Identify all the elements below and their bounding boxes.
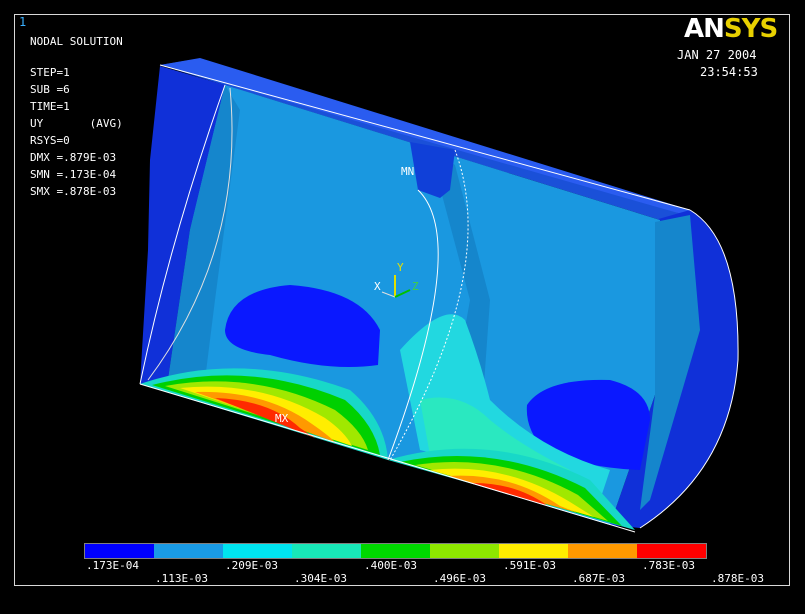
info-line: RSYS=0 xyxy=(30,134,70,147)
info-line: DMX =.879E-03 xyxy=(30,151,117,164)
max-marker: MX xyxy=(275,412,289,425)
legend-label: .783E-03 xyxy=(642,559,695,572)
info-line: SMN =.173E-04 xyxy=(30,168,117,181)
legend-swatch xyxy=(292,544,361,558)
legend-label: .496E-03 xyxy=(433,572,486,585)
legend-label: .173E-04 xyxy=(86,559,139,572)
legend-swatch xyxy=(154,544,223,558)
legend-swatch xyxy=(499,544,568,558)
info-line: SMX =.878E-03 xyxy=(30,185,117,198)
info-line: SUB =6 xyxy=(30,83,70,96)
contour-legend-bar xyxy=(84,543,707,559)
legend-label: .113E-03 xyxy=(155,572,208,585)
info-line: UY (AVG) xyxy=(30,117,123,130)
legend-swatch xyxy=(361,544,430,558)
legend-label: .687E-03 xyxy=(572,572,625,585)
legend-swatch xyxy=(637,544,706,558)
triad-y-label: Y xyxy=(397,261,404,274)
info-line: STEP=1 xyxy=(30,66,70,79)
triad-x-label: X xyxy=(374,280,381,293)
legend-label: .209E-03 xyxy=(225,559,278,572)
triad-z-label: Z xyxy=(412,280,419,293)
legend-swatch xyxy=(85,544,154,558)
legend-label: .400E-03 xyxy=(364,559,417,572)
info-line: TIME=1 xyxy=(30,100,70,113)
legend-swatch xyxy=(430,544,499,558)
legend-label: .591E-03 xyxy=(503,559,556,572)
legend-label: .878E-03 xyxy=(711,572,764,585)
contour-model-plot[interactable]: MN MX Y X Z xyxy=(0,0,805,614)
legend-swatch xyxy=(568,544,637,558)
min-marker: MN xyxy=(401,165,414,178)
legend-label: .304E-03 xyxy=(294,572,347,585)
legend-swatch xyxy=(223,544,292,558)
info-line: NODAL SOLUTION xyxy=(30,35,123,48)
